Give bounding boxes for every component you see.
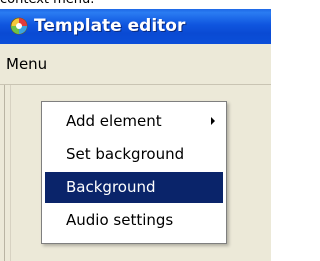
context-menu-item-set-background[interactable]: Set background <box>45 139 223 170</box>
context-menu-item-add-element[interactable]: Add element <box>45 106 223 137</box>
context-menu-item-label: Set background <box>66 145 185 163</box>
context-menu-item-background[interactable]: Background <box>45 172 223 203</box>
context-menu-item-label: Add element <box>66 112 162 130</box>
client-edge-line <box>4 85 5 261</box>
window-title: Template editor <box>34 16 186 36</box>
context-menu-item-label: Audio settings <box>66 211 174 229</box>
client-edge-line-inner <box>10 85 11 261</box>
menu-bar: Menu <box>0 44 271 85</box>
chevron-right-icon <box>211 117 215 125</box>
app-icon <box>10 17 28 35</box>
context-menu-item-audio-settings[interactable]: Audio settings <box>45 205 223 236</box>
context-menu-item-label: Background <box>66 178 156 196</box>
menu-item-menu[interactable]: Menu <box>6 55 47 73</box>
title-bar[interactable]: Template editor <box>0 9 271 44</box>
caption-text: context menu. <box>0 0 94 9</box>
context-menu: Add element Set background Background Au… <box>41 101 227 244</box>
